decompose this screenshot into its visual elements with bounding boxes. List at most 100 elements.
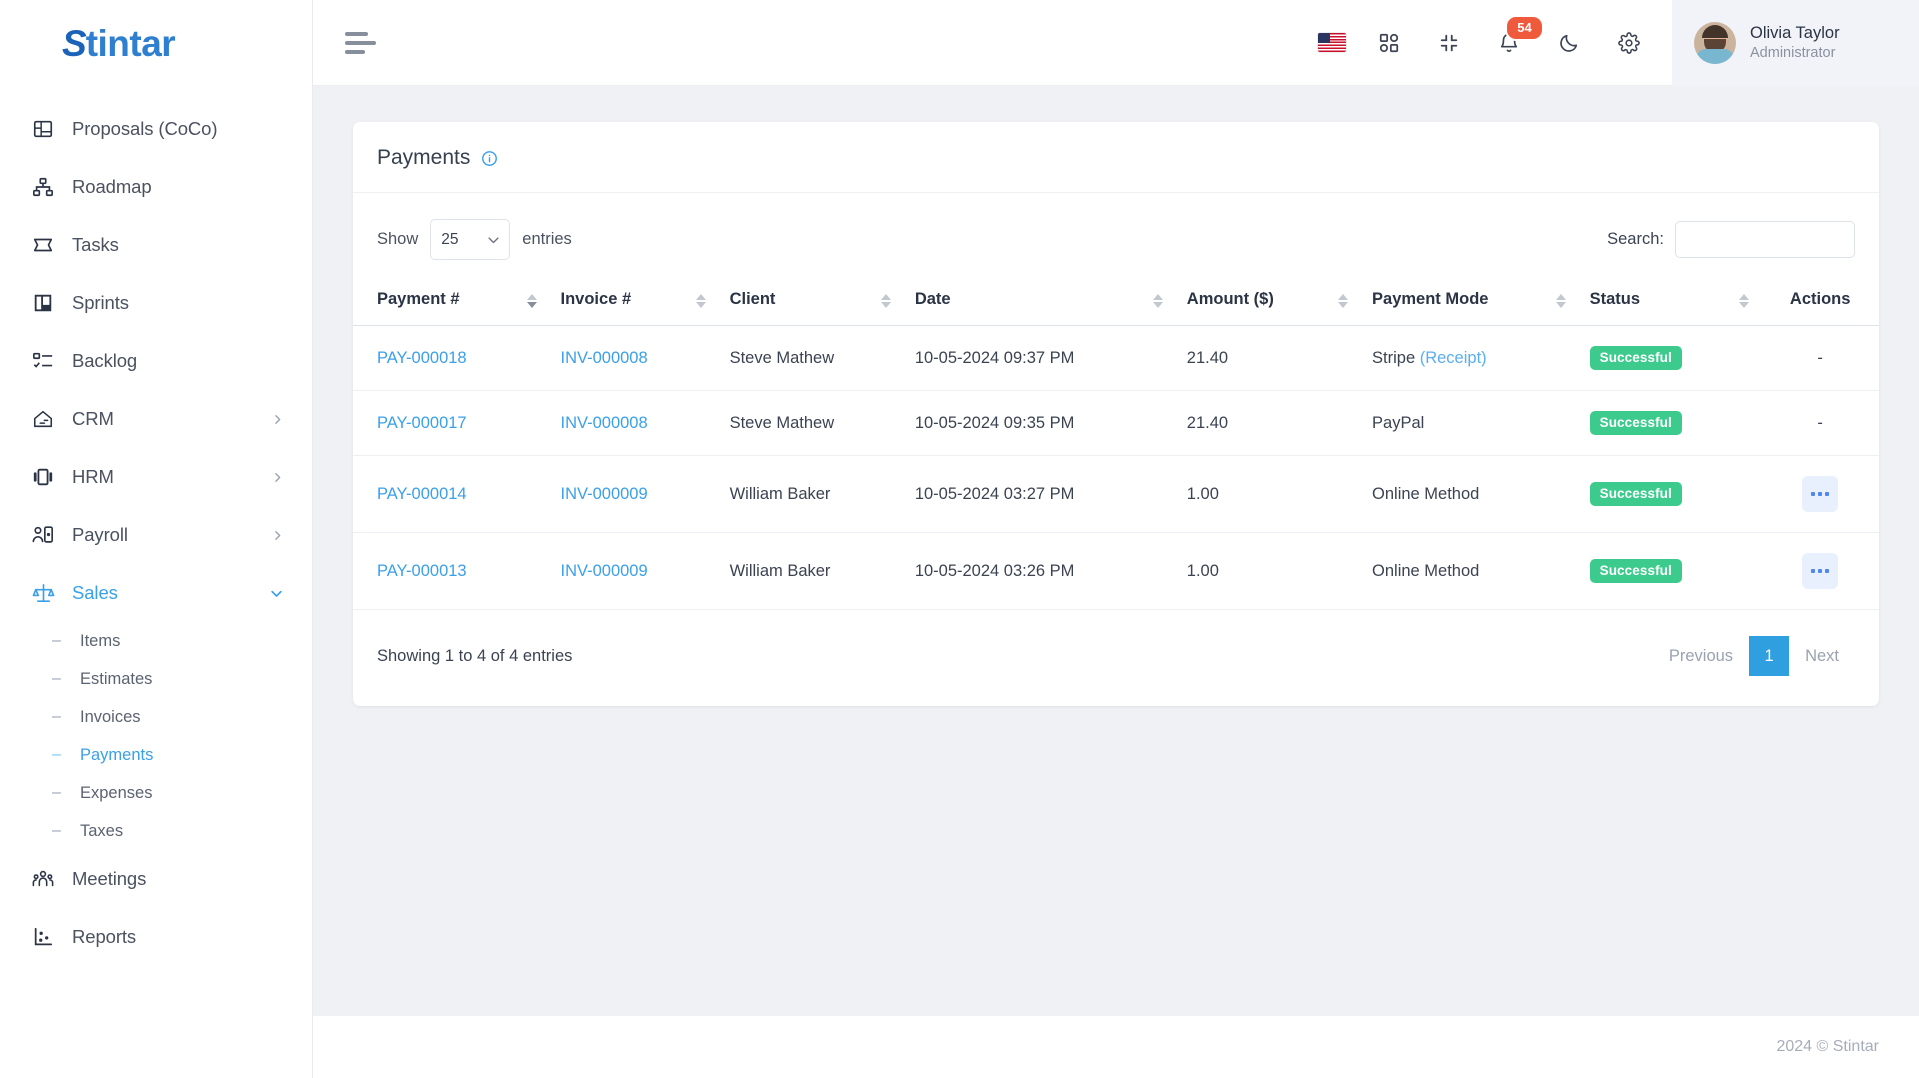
dark-mode-moon-icon[interactable] bbox=[1552, 26, 1586, 60]
cell-client: William Baker bbox=[717, 455, 903, 533]
user-name: Olivia Taylor bbox=[1750, 23, 1840, 42]
sidebar-item-backlog[interactable]: Backlog bbox=[0, 332, 312, 390]
payment-link[interactable]: PAY-000017 bbox=[377, 414, 467, 432]
sidebar-subitem-invoices[interactable]: – Invoices bbox=[0, 698, 312, 736]
page-size-value: 25 bbox=[441, 230, 459, 248]
receipt-link[interactable]: (Receipt) bbox=[1420, 349, 1487, 367]
invoice-link[interactable]: INV-000009 bbox=[561, 485, 648, 503]
row-actions-menu-button[interactable] bbox=[1802, 476, 1839, 512]
sort-toggle-icon[interactable] bbox=[880, 293, 891, 308]
invoice-link[interactable]: INV-000008 bbox=[561, 349, 648, 367]
sort-toggle-icon[interactable] bbox=[1152, 293, 1163, 308]
collapse-fullscreen-icon[interactable] bbox=[1432, 26, 1466, 60]
sort-toggle-icon[interactable] bbox=[526, 293, 537, 308]
proposals-icon bbox=[30, 116, 56, 142]
sidebar-item-roadmap[interactable]: Roadmap bbox=[0, 158, 312, 216]
sort-toggle-icon[interactable] bbox=[1338, 293, 1349, 308]
cell-actions: - bbox=[1761, 325, 1879, 391]
sidebar-item-sprints[interactable]: Sprints bbox=[0, 274, 312, 332]
apps-grid-icon[interactable] bbox=[1372, 26, 1406, 60]
cell-date: 10-05-2024 09:35 PM bbox=[902, 390, 1175, 456]
sidebar-subitem-taxes[interactable]: – Taxes bbox=[0, 812, 312, 850]
hrm-icon bbox=[30, 464, 56, 490]
hamburger-icon[interactable] bbox=[341, 21, 385, 65]
col-client[interactable]: Client bbox=[717, 276, 903, 326]
table-row: PAY-000014 INV-000009 William Baker 10-0… bbox=[353, 455, 1879, 533]
chevron-right-icon[interactable] bbox=[271, 413, 284, 426]
col-date[interactable]: Date bbox=[902, 276, 1175, 326]
page-size-select[interactable]: 25 bbox=[430, 219, 511, 260]
sidebar-item-tasks[interactable]: Tasks bbox=[0, 216, 312, 274]
sort-toggle-icon[interactable] bbox=[1739, 293, 1750, 308]
col-amount[interactable]: Amount ($) bbox=[1174, 276, 1361, 326]
invoice-link[interactable]: INV-000009 bbox=[561, 562, 648, 580]
col-label: Payment # bbox=[377, 290, 460, 308]
brand-logo-mark: S bbox=[62, 22, 87, 64]
row-actions-menu-button[interactable] bbox=[1802, 553, 1839, 589]
sidebar-subitem-estimates[interactable]: – Estimates bbox=[0, 660, 312, 698]
pagination-previous-button[interactable]: Previous bbox=[1653, 639, 1749, 674]
dash-icon: – bbox=[52, 708, 61, 725]
dash-icon: – bbox=[52, 746, 61, 763]
brand-logo[interactable]: Stintar bbox=[0, 0, 312, 86]
settings-gear-icon[interactable] bbox=[1612, 26, 1646, 60]
search-input[interactable] bbox=[1675, 221, 1855, 258]
sort-toggle-icon[interactable] bbox=[1555, 293, 1566, 308]
sidebar-item-hrm[interactable]: HRM bbox=[0, 448, 312, 506]
page-title: Payments bbox=[377, 146, 471, 169]
sidebar-item-meetings[interactable]: Meetings bbox=[0, 850, 312, 908]
col-invoice-number[interactable]: Invoice # bbox=[548, 276, 718, 326]
col-payment-number[interactable]: Payment # bbox=[353, 276, 549, 326]
cell-amount: 21.40 bbox=[1174, 390, 1361, 456]
sidebar-item-sales[interactable]: Sales bbox=[0, 564, 312, 622]
col-status[interactable]: Status bbox=[1577, 276, 1762, 326]
no-action-dash: - bbox=[1817, 348, 1823, 367]
cell-status: Successful bbox=[1577, 455, 1762, 533]
language-flag-us-icon[interactable] bbox=[1318, 33, 1346, 52]
sidebar-subitem-expenses[interactable]: – Expenses bbox=[0, 774, 312, 812]
chevron-right-icon[interactable] bbox=[271, 529, 284, 542]
payment-link[interactable]: PAY-000014 bbox=[377, 485, 467, 503]
info-circle-icon[interactable] bbox=[481, 150, 498, 167]
cell-date: 10-05-2024 03:26 PM bbox=[902, 532, 1175, 610]
user-profile-menu[interactable]: Olivia Taylor Administrator bbox=[1672, 0, 1919, 86]
sidebar: Stintar Proposals (CoCo) Roadmap Tasks S… bbox=[0, 0, 313, 1078]
sidebar-item-payroll[interactable]: Payroll bbox=[0, 506, 312, 564]
payment-link[interactable]: PAY-000018 bbox=[377, 349, 467, 367]
cell-client: Steve Mathew bbox=[717, 390, 903, 456]
payment-link[interactable]: PAY-000013 bbox=[377, 562, 467, 580]
avatar bbox=[1694, 21, 1736, 64]
col-label: Client bbox=[729, 290, 776, 308]
pagination-page-1[interactable]: 1 bbox=[1749, 636, 1790, 676]
cell-status: Successful bbox=[1577, 390, 1762, 456]
sidebar-item-label: Meetings bbox=[72, 868, 147, 889]
chevron-right-icon[interactable] bbox=[271, 471, 284, 484]
cell-payment-mode: Online Method bbox=[1360, 455, 1578, 533]
sidebar-item-label: Backlog bbox=[72, 350, 138, 371]
show-entries-control: Show 25 entries bbox=[377, 219, 572, 260]
meetings-icon bbox=[30, 866, 56, 892]
sidebar-item-proposals[interactable]: Proposals (CoCo) bbox=[0, 100, 312, 158]
user-role: Administrator bbox=[1750, 44, 1836, 61]
sidebar-item-crm[interactable]: CRM bbox=[0, 390, 312, 448]
chevron-down-icon[interactable] bbox=[269, 586, 284, 601]
sidebar-subitem-label: Payments bbox=[80, 745, 154, 764]
sidebar-subitem-items[interactable]: – Items bbox=[0, 622, 312, 660]
topbar-icons: 54 bbox=[1318, 14, 1672, 60]
notification-bell-icon[interactable]: 54 bbox=[1492, 14, 1544, 60]
pagination-next-button[interactable]: Next bbox=[1789, 639, 1855, 674]
sidebar-item-reports[interactable]: Reports bbox=[0, 908, 312, 966]
sidebar-item-label: Roadmap bbox=[72, 176, 152, 197]
cell-payment-number: PAY-000018 bbox=[353, 325, 549, 391]
footer-copyright: 2024 © Stintar bbox=[1776, 1038, 1879, 1055]
sort-toggle-icon[interactable] bbox=[695, 293, 706, 308]
cell-payment-number: PAY-000013 bbox=[353, 532, 549, 610]
sidebar-subitem-label: Expenses bbox=[80, 783, 153, 802]
sidebar-subitem-payments[interactable]: – Payments bbox=[0, 736, 312, 774]
cell-amount: 21.40 bbox=[1174, 325, 1361, 391]
col-label: Invoice # bbox=[560, 290, 632, 308]
col-payment-mode[interactable]: Payment Mode bbox=[1360, 276, 1578, 326]
invoice-link[interactable]: INV-000008 bbox=[561, 414, 648, 432]
dash-icon: – bbox=[52, 670, 61, 687]
cell-payment-number: PAY-000017 bbox=[353, 390, 549, 456]
